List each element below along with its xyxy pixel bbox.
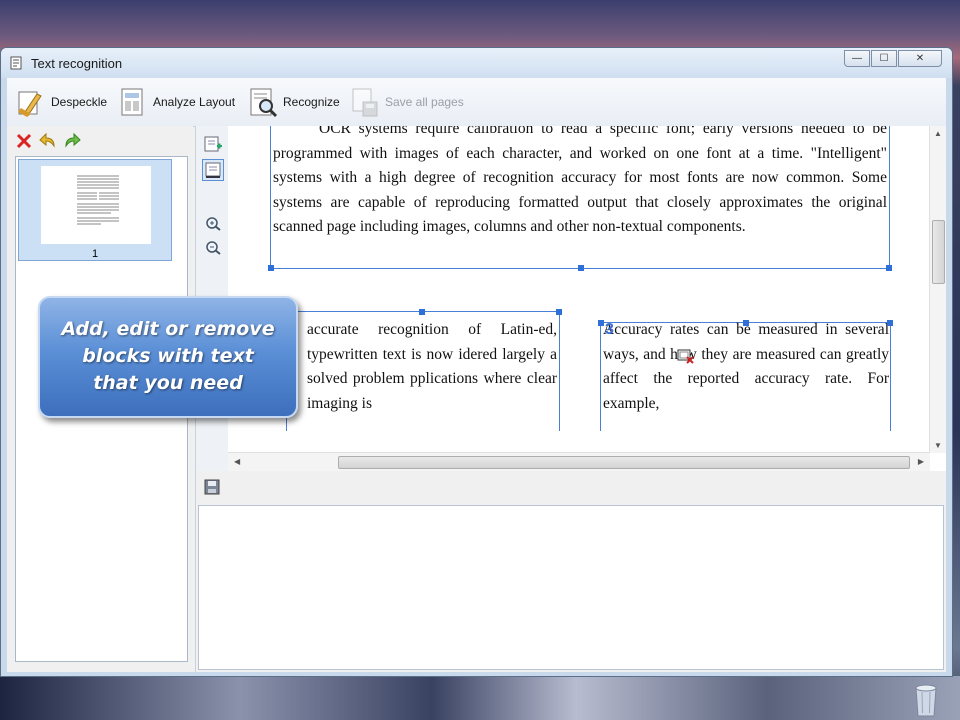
resize-handle[interactable] — [598, 320, 604, 326]
scroll-up-icon[interactable]: ▲ — [934, 129, 942, 138]
select-block-icon[interactable] — [202, 159, 224, 181]
move-cursor-icon — [677, 349, 694, 364]
title-bar[interactable]: Text recognition — ☐ ✕ — [1, 48, 952, 78]
text-block-1[interactable]: OCR systems require calibration to read … — [268, 126, 892, 271]
save-pages-icon — [352, 88, 378, 117]
recognized-text-pane — [195, 471, 946, 672]
resize-handle[interactable] — [887, 320, 893, 326]
magnifier-icon — [250, 88, 278, 118]
despeckle-button[interactable]: Despeckle — [15, 86, 107, 118]
scroll-left-icon[interactable]: ◀ — [234, 457, 240, 466]
recognized-text-editor[interactable] — [198, 505, 944, 670]
resize-handle[interactable] — [556, 309, 562, 315]
layout-icon — [121, 88, 143, 116]
document-view[interactable]: OCR systems require calibration to read … — [195, 126, 946, 471]
resize-handle[interactable] — [886, 265, 892, 271]
page-thumbnail-image — [41, 166, 151, 244]
maximize-button[interactable]: ☐ — [871, 50, 897, 67]
callout-text: Add, edit or remove blocks with text tha… — [61, 318, 275, 394]
resize-handle[interactable] — [743, 320, 749, 326]
minimize-button[interactable]: — — [844, 50, 870, 67]
text-block-3-content: Accuracy rates can be measured in severa… — [603, 321, 889, 412]
zoom-in-icon[interactable] — [203, 212, 223, 232]
resize-handle[interactable] — [268, 265, 274, 271]
text-block-2-content: accurate recognition of Latin-ed, typewr… — [307, 321, 557, 412]
save-all-pages-label: Save all pages — [385, 95, 464, 109]
trash-icon[interactable] — [908, 680, 944, 718]
analyze-layout-button[interactable]: Analyze Layout — [117, 86, 235, 118]
app-icon — [10, 56, 22, 70]
toolbar: Despeckle Analyze Layout Recognize Save … — [7, 78, 946, 127]
broom-icon — [18, 91, 42, 117]
scroll-right-icon[interactable]: ▶ — [918, 457, 924, 466]
analyze-layout-label: Analyze Layout — [153, 95, 236, 109]
vertical-scrollbar[interactable]: ▲ ▼ — [929, 126, 946, 453]
redo-icon[interactable] — [63, 132, 81, 150]
horizontal-scroll-thumb[interactable] — [338, 456, 910, 469]
close-button[interactable]: ✕ — [898, 50, 942, 67]
recognize-button[interactable]: Recognize — [247, 86, 340, 118]
horizontal-scrollbar[interactable]: ◀ ▶ — [228, 452, 930, 471]
save-text-icon[interactable] — [204, 479, 220, 495]
page-number: 1 — [91, 248, 99, 260]
scanned-page[interactable]: OCR systems require calibration to read … — [228, 126, 930, 453]
text-block-2[interactable]: accurate recognition of Latin-ed, typewr… — [286, 309, 562, 431]
despeckle-label: Despeckle — [51, 95, 108, 109]
text-block-3[interactable]: Accuracy rates can be measured in severa… — [598, 320, 893, 431]
tutorial-callout: Add, edit or remove blocks with text tha… — [38, 296, 298, 418]
vertical-scroll-thumb[interactable] — [932, 220, 945, 284]
recognize-label: Recognize — [283, 95, 340, 109]
resize-handle[interactable] — [578, 265, 584, 271]
block-number-label: 3 — [605, 321, 614, 338]
resize-handle[interactable] — [419, 309, 425, 315]
page-preview-lines — [77, 175, 119, 225]
page-thumbnail[interactable]: 1 — [18, 159, 172, 261]
text-block-1-content: OCR systems require calibration to read … — [273, 126, 887, 235]
save-all-pages-button[interactable]: Save all pages — [349, 86, 464, 118]
undo-icon[interactable] — [39, 132, 57, 150]
zoom-out-icon[interactable] — [203, 236, 223, 256]
scroll-down-icon[interactable]: ▼ — [934, 441, 942, 450]
delete-icon[interactable] — [15, 132, 33, 150]
desktop-background — [0, 676, 960, 720]
window-title: Text recognition — [31, 56, 123, 71]
add-block-icon[interactable] — [203, 134, 223, 154]
